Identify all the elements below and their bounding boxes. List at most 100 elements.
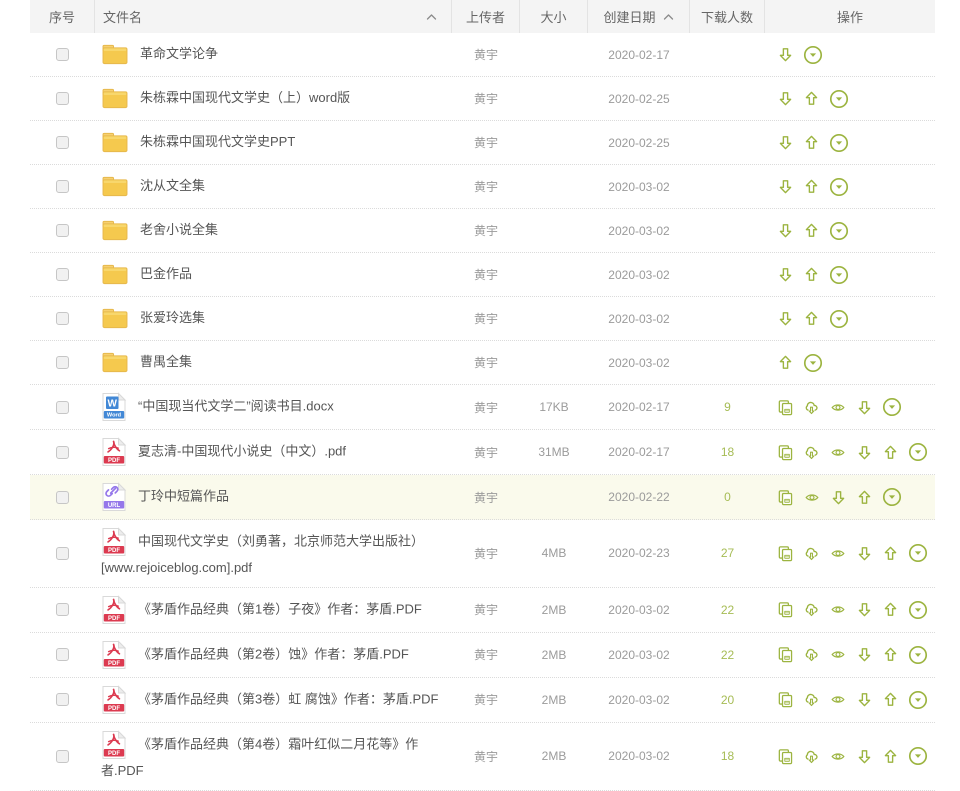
move-up-icon[interactable]	[882, 601, 899, 618]
cloud-download-icon[interactable]	[803, 545, 820, 562]
more-actions-icon[interactable]	[829, 89, 849, 109]
move-down-icon[interactable]	[856, 444, 873, 461]
move-up-icon[interactable]	[803, 134, 820, 151]
move-up-icon[interactable]	[882, 545, 899, 562]
row-checkbox[interactable]	[56, 312, 69, 325]
move-down-icon[interactable]	[777, 46, 794, 63]
row-checkbox[interactable]	[56, 446, 69, 459]
cloud-download-icon[interactable]	[803, 601, 820, 618]
more-actions-icon[interactable]	[908, 645, 928, 665]
row-checkbox[interactable]	[56, 224, 69, 237]
more-actions-icon[interactable]	[829, 177, 849, 197]
copy-file-icon[interactable]	[777, 748, 794, 765]
file-name[interactable]: 夏志清-中国现代小说史（中文）.pdf	[138, 443, 346, 458]
move-up-icon[interactable]	[882, 646, 899, 663]
preview-eye-icon[interactable]	[829, 400, 847, 415]
more-actions-icon[interactable]	[908, 543, 928, 563]
row-checkbox[interactable]	[56, 356, 69, 369]
move-down-icon[interactable]	[777, 222, 794, 239]
row-checkbox[interactable]	[56, 693, 69, 706]
copy-file-icon[interactable]	[777, 489, 794, 506]
row-checkbox[interactable]	[56, 750, 69, 763]
move-down-icon[interactable]	[856, 748, 873, 765]
move-down-icon[interactable]	[777, 134, 794, 151]
file-name[interactable]: 《茅盾作品经典（第1卷）子夜》作者：茅盾.PDF	[138, 601, 422, 616]
move-up-icon[interactable]	[882, 748, 899, 765]
move-down-icon[interactable]	[777, 310, 794, 327]
more-actions-icon[interactable]	[908, 442, 928, 462]
more-actions-icon[interactable]	[829, 265, 849, 285]
cloud-download-icon[interactable]	[803, 646, 820, 663]
cloud-download-icon[interactable]	[803, 399, 820, 416]
file-name[interactable]: 《茅盾作品经典（第4卷）霜叶红似二月花等》作者.PDF	[101, 736, 418, 778]
file-name[interactable]: 丁玲中短篇作品	[138, 488, 229, 503]
row-checkbox[interactable]	[56, 648, 69, 661]
more-actions-icon[interactable]	[803, 353, 823, 373]
more-actions-icon[interactable]	[829, 221, 849, 241]
move-down-icon[interactable]	[777, 90, 794, 107]
move-up-icon[interactable]	[882, 444, 899, 461]
more-actions-icon[interactable]	[829, 133, 849, 153]
copy-file-icon[interactable]	[777, 545, 794, 562]
preview-eye-icon[interactable]	[803, 490, 821, 505]
file-name[interactable]: 巴金作品	[140, 266, 192, 281]
more-actions-icon[interactable]	[882, 487, 902, 507]
row-checkbox[interactable]	[56, 48, 69, 61]
file-name[interactable]: 《茅盾作品经典（第3卷）虹 腐蚀》作者：茅盾.PDF	[138, 691, 438, 706]
file-name[interactable]: 曹禺全集	[140, 354, 192, 369]
copy-file-icon[interactable]	[777, 646, 794, 663]
move-up-icon[interactable]	[803, 90, 820, 107]
copy-file-icon[interactable]	[777, 601, 794, 618]
row-checkbox[interactable]	[56, 401, 69, 414]
move-up-icon[interactable]	[803, 310, 820, 327]
move-up-icon[interactable]	[803, 266, 820, 283]
move-down-icon[interactable]	[777, 178, 794, 195]
file-name[interactable]: “中国现当代文学二”阅读书目.docx	[138, 398, 334, 413]
move-down-icon[interactable]	[777, 266, 794, 283]
file-name[interactable]: 老舍小说全集	[140, 222, 218, 237]
cloud-download-icon[interactable]	[803, 748, 820, 765]
file-name[interactable]: 朱栋霖中国现代文学史（上）word版	[140, 90, 350, 105]
move-down-icon[interactable]	[856, 399, 873, 416]
copy-file-icon[interactable]	[777, 444, 794, 461]
cloud-download-icon[interactable]	[803, 444, 820, 461]
preview-eye-icon[interactable]	[829, 647, 847, 662]
file-name[interactable]: 沈从文全集	[140, 178, 205, 193]
preview-eye-icon[interactable]	[829, 546, 847, 561]
sort-ascending-icon[interactable]	[663, 13, 674, 21]
move-down-icon[interactable]	[856, 691, 873, 708]
copy-file-icon[interactable]	[777, 399, 794, 416]
file-name[interactable]: 《茅盾作品经典（第2卷）蚀》作者：茅盾.PDF	[138, 646, 409, 661]
file-name[interactable]: 革命文学论争	[140, 46, 218, 61]
row-checkbox[interactable]	[56, 92, 69, 105]
move-up-icon[interactable]	[803, 222, 820, 239]
file-name[interactable]: 中国现代文学史（刘勇著，北京师范大学出版社）[www.rejoiceblog.c…	[101, 533, 424, 575]
preview-eye-icon[interactable]	[829, 692, 847, 707]
preview-eye-icon[interactable]	[829, 445, 847, 460]
preview-eye-icon[interactable]	[829, 749, 847, 764]
more-actions-icon[interactable]	[882, 397, 902, 417]
row-checkbox[interactable]	[56, 491, 69, 504]
file-name[interactable]: 朱栋霖中国现代文学史PPT	[140, 134, 295, 149]
move-down-icon[interactable]	[830, 489, 847, 506]
row-checkbox[interactable]	[56, 268, 69, 281]
row-checkbox[interactable]	[56, 180, 69, 193]
move-up-icon[interactable]	[856, 489, 873, 506]
move-up-icon[interactable]	[803, 178, 820, 195]
move-up-icon[interactable]	[882, 691, 899, 708]
sort-ascending-icon[interactable]	[426, 13, 437, 21]
row-checkbox[interactable]	[56, 547, 69, 560]
more-actions-icon[interactable]	[908, 690, 928, 710]
more-actions-icon[interactable]	[908, 600, 928, 620]
copy-file-icon[interactable]	[777, 691, 794, 708]
more-actions-icon[interactable]	[803, 45, 823, 65]
file-name[interactable]: 张爱玲选集	[140, 310, 205, 325]
row-checkbox[interactable]	[56, 603, 69, 616]
preview-eye-icon[interactable]	[829, 602, 847, 617]
move-down-icon[interactable]	[856, 646, 873, 663]
more-actions-icon[interactable]	[908, 746, 928, 766]
more-actions-icon[interactable]	[829, 309, 849, 329]
move-down-icon[interactable]	[856, 601, 873, 618]
move-down-icon[interactable]	[856, 545, 873, 562]
row-checkbox[interactable]	[56, 136, 69, 149]
